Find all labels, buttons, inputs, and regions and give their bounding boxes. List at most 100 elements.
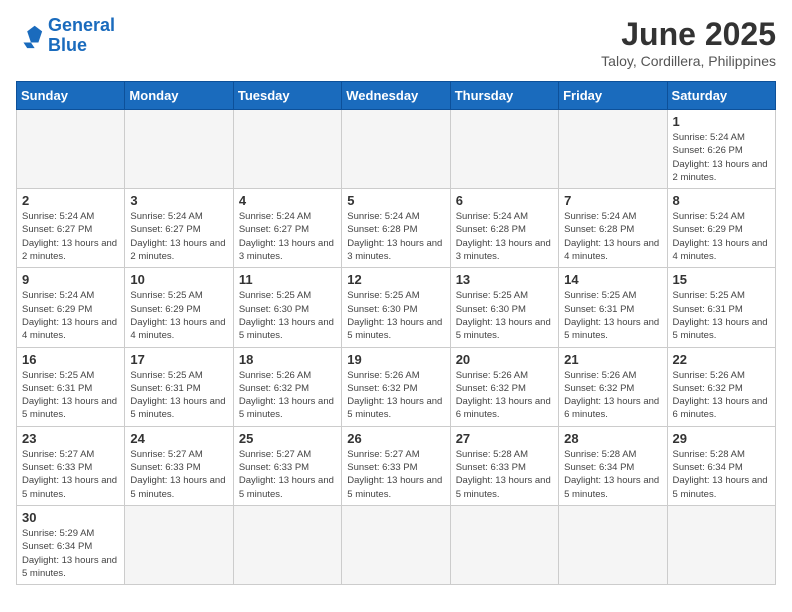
day-info: Sunrise: 5:24 AM Sunset: 6:28 PM Dayligh… (564, 210, 661, 263)
weekday-header-cell: Thursday (450, 82, 558, 110)
day-number: 3 (130, 193, 227, 208)
day-info: Sunrise: 5:25 AM Sunset: 6:31 PM Dayligh… (673, 289, 770, 342)
day-info: Sunrise: 5:24 AM Sunset: 6:27 PM Dayligh… (239, 210, 336, 263)
calendar-day-cell: 23 Sunrise: 5:27 AM Sunset: 6:33 PM Dayl… (17, 426, 125, 505)
calendar-table: SundayMondayTuesdayWednesdayThursdayFrid… (16, 81, 776, 585)
calendar-day-cell: 26 Sunrise: 5:27 AM Sunset: 6:33 PM Dayl… (342, 426, 450, 505)
calendar-day-cell: 6 Sunrise: 5:24 AM Sunset: 6:28 PM Dayli… (450, 189, 558, 268)
day-number: 28 (564, 431, 661, 446)
day-number: 18 (239, 352, 336, 367)
weekday-header-cell: Saturday (667, 82, 775, 110)
day-number: 23 (22, 431, 119, 446)
calendar-day-cell: 22 Sunrise: 5:26 AM Sunset: 6:32 PM Dayl… (667, 347, 775, 426)
calendar-day-cell: 25 Sunrise: 5:27 AM Sunset: 6:33 PM Dayl… (233, 426, 341, 505)
day-number: 10 (130, 272, 227, 287)
day-number: 30 (22, 510, 119, 525)
day-number: 29 (673, 431, 770, 446)
calendar-day-cell: 13 Sunrise: 5:25 AM Sunset: 6:30 PM Dayl… (450, 268, 558, 347)
calendar-day-cell (450, 110, 558, 189)
calendar-day-cell: 3 Sunrise: 5:24 AM Sunset: 6:27 PM Dayli… (125, 189, 233, 268)
day-number: 22 (673, 352, 770, 367)
day-number: 17 (130, 352, 227, 367)
calendar-day-cell: 28 Sunrise: 5:28 AM Sunset: 6:34 PM Dayl… (559, 426, 667, 505)
day-number: 27 (456, 431, 553, 446)
day-info: Sunrise: 5:25 AM Sunset: 6:31 PM Dayligh… (22, 369, 119, 422)
day-number: 7 (564, 193, 661, 208)
day-info: Sunrise: 5:27 AM Sunset: 6:33 PM Dayligh… (130, 448, 227, 501)
calendar-day-cell: 10 Sunrise: 5:25 AM Sunset: 6:29 PM Dayl… (125, 268, 233, 347)
day-info: Sunrise: 5:28 AM Sunset: 6:34 PM Dayligh… (673, 448, 770, 501)
day-info: Sunrise: 5:28 AM Sunset: 6:34 PM Dayligh… (564, 448, 661, 501)
calendar-day-cell (342, 505, 450, 584)
weekday-header-cell: Tuesday (233, 82, 341, 110)
day-info: Sunrise: 5:24 AM Sunset: 6:27 PM Dayligh… (130, 210, 227, 263)
calendar-day-cell (559, 505, 667, 584)
calendar-day-cell: 8 Sunrise: 5:24 AM Sunset: 6:29 PM Dayli… (667, 189, 775, 268)
day-number: 12 (347, 272, 444, 287)
location: Taloy, Cordillera, Philippines (601, 53, 776, 69)
logo-text: General Blue (48, 16, 115, 56)
page-header: General Blue June 2025 Taloy, Cordillera… (16, 16, 776, 69)
day-info: Sunrise: 5:26 AM Sunset: 6:32 PM Dayligh… (564, 369, 661, 422)
day-number: 13 (456, 272, 553, 287)
day-number: 2 (22, 193, 119, 208)
day-number: 16 (22, 352, 119, 367)
calendar-week-row: 30 Sunrise: 5:29 AM Sunset: 6:34 PM Dayl… (17, 505, 776, 584)
day-number: 9 (22, 272, 119, 287)
calendar-day-cell: 29 Sunrise: 5:28 AM Sunset: 6:34 PM Dayl… (667, 426, 775, 505)
calendar-day-cell: 27 Sunrise: 5:28 AM Sunset: 6:33 PM Dayl… (450, 426, 558, 505)
day-info: Sunrise: 5:25 AM Sunset: 6:30 PM Dayligh… (239, 289, 336, 342)
calendar-day-cell (667, 505, 775, 584)
day-info: Sunrise: 5:26 AM Sunset: 6:32 PM Dayligh… (239, 369, 336, 422)
calendar-day-cell: 14 Sunrise: 5:25 AM Sunset: 6:31 PM Dayl… (559, 268, 667, 347)
day-number: 8 (673, 193, 770, 208)
weekday-header-cell: Friday (559, 82, 667, 110)
calendar-day-cell: 9 Sunrise: 5:24 AM Sunset: 6:29 PM Dayli… (17, 268, 125, 347)
calendar-day-cell (342, 110, 450, 189)
day-number: 19 (347, 352, 444, 367)
day-info: Sunrise: 5:27 AM Sunset: 6:33 PM Dayligh… (239, 448, 336, 501)
day-number: 21 (564, 352, 661, 367)
calendar-week-row: 23 Sunrise: 5:27 AM Sunset: 6:33 PM Dayl… (17, 426, 776, 505)
day-info: Sunrise: 5:27 AM Sunset: 6:33 PM Dayligh… (347, 448, 444, 501)
calendar-day-cell: 20 Sunrise: 5:26 AM Sunset: 6:32 PM Dayl… (450, 347, 558, 426)
day-info: Sunrise: 5:24 AM Sunset: 6:28 PM Dayligh… (347, 210, 444, 263)
calendar-day-cell: 5 Sunrise: 5:24 AM Sunset: 6:28 PM Dayli… (342, 189, 450, 268)
calendar-day-cell: 12 Sunrise: 5:25 AM Sunset: 6:30 PM Dayl… (342, 268, 450, 347)
day-info: Sunrise: 5:27 AM Sunset: 6:33 PM Dayligh… (22, 448, 119, 501)
logo: General Blue (16, 16, 115, 56)
calendar-day-cell: 11 Sunrise: 5:25 AM Sunset: 6:30 PM Dayl… (233, 268, 341, 347)
calendar-week-row: 9 Sunrise: 5:24 AM Sunset: 6:29 PM Dayli… (17, 268, 776, 347)
day-info: Sunrise: 5:26 AM Sunset: 6:32 PM Dayligh… (456, 369, 553, 422)
day-info: Sunrise: 5:24 AM Sunset: 6:27 PM Dayligh… (22, 210, 119, 263)
day-info: Sunrise: 5:25 AM Sunset: 6:30 PM Dayligh… (456, 289, 553, 342)
calendar-day-cell: 30 Sunrise: 5:29 AM Sunset: 6:34 PM Dayl… (17, 505, 125, 584)
weekday-header-cell: Monday (125, 82, 233, 110)
day-info: Sunrise: 5:24 AM Sunset: 6:29 PM Dayligh… (22, 289, 119, 342)
day-number: 1 (673, 114, 770, 129)
calendar-day-cell (17, 110, 125, 189)
day-number: 24 (130, 431, 227, 446)
calendar-day-cell: 24 Sunrise: 5:27 AM Sunset: 6:33 PM Dayl… (125, 426, 233, 505)
calendar-day-cell (233, 110, 341, 189)
day-info: Sunrise: 5:26 AM Sunset: 6:32 PM Dayligh… (673, 369, 770, 422)
day-info: Sunrise: 5:29 AM Sunset: 6:34 PM Dayligh… (22, 527, 119, 580)
calendar-day-cell: 16 Sunrise: 5:25 AM Sunset: 6:31 PM Dayl… (17, 347, 125, 426)
day-number: 5 (347, 193, 444, 208)
day-info: Sunrise: 5:25 AM Sunset: 6:31 PM Dayligh… (564, 289, 661, 342)
day-info: Sunrise: 5:24 AM Sunset: 6:29 PM Dayligh… (673, 210, 770, 263)
weekday-header-cell: Wednesday (342, 82, 450, 110)
calendar-week-row: 16 Sunrise: 5:25 AM Sunset: 6:31 PM Dayl… (17, 347, 776, 426)
day-info: Sunrise: 5:25 AM Sunset: 6:31 PM Dayligh… (130, 369, 227, 422)
calendar-day-cell: 18 Sunrise: 5:26 AM Sunset: 6:32 PM Dayl… (233, 347, 341, 426)
weekday-header-cell: Sunday (17, 82, 125, 110)
calendar-day-cell: 15 Sunrise: 5:25 AM Sunset: 6:31 PM Dayl… (667, 268, 775, 347)
calendar-week-row: 1 Sunrise: 5:24 AM Sunset: 6:26 PM Dayli… (17, 110, 776, 189)
day-number: 20 (456, 352, 553, 367)
day-number: 25 (239, 431, 336, 446)
logo-icon (16, 22, 44, 50)
title-block: June 2025 Taloy, Cordillera, Philippines (601, 16, 776, 69)
calendar-day-cell: 1 Sunrise: 5:24 AM Sunset: 6:26 PM Dayli… (667, 110, 775, 189)
day-info: Sunrise: 5:24 AM Sunset: 6:26 PM Dayligh… (673, 131, 770, 184)
calendar-day-cell: 2 Sunrise: 5:24 AM Sunset: 6:27 PM Dayli… (17, 189, 125, 268)
